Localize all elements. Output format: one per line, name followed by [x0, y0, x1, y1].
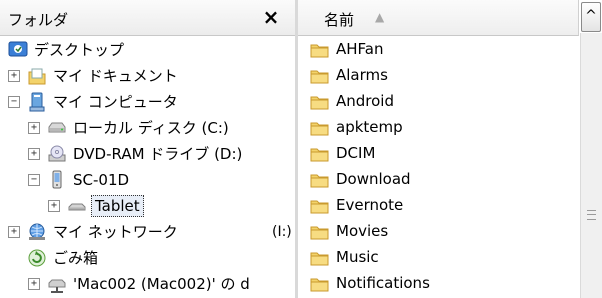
- tree-item-label: マイ ネットワーク: [53, 223, 178, 241]
- tree-item-label: ごみ箱: [53, 249, 99, 267]
- folder-icon: [310, 92, 330, 112]
- expand-toggle[interactable]: +: [8, 226, 20, 238]
- sort-ascending-icon: ▲: [375, 10, 385, 24]
- local-disk-icon: [47, 118, 67, 138]
- file-name: Evernote: [336, 196, 404, 214]
- folder-icon: [310, 118, 330, 138]
- tree-item-label: DVD-RAM ドライブ (D:): [73, 145, 243, 163]
- expand-toggle[interactable]: +: [28, 122, 40, 134]
- folder-icon: [310, 222, 330, 242]
- file-name: DCIM: [336, 144, 376, 162]
- network-icon: [27, 222, 47, 242]
- file-name: Notifications: [336, 274, 430, 292]
- column-header-label: 名前: [324, 11, 355, 29]
- dvd-drive-icon: [47, 144, 67, 164]
- my-documents-icon: [27, 66, 47, 86]
- recycle-bin-icon: [27, 248, 47, 268]
- folder-icon: [310, 274, 330, 294]
- vertical-scrollbar[interactable]: [580, 33, 602, 298]
- desktop-icon: [8, 40, 28, 60]
- folder-icon: [310, 66, 330, 86]
- tree-item-label: SC-01D: [73, 171, 130, 189]
- collapse-toggle[interactable]: −: [28, 174, 40, 186]
- file-name: AHFan: [336, 40, 384, 58]
- folder-icon: [310, 40, 330, 60]
- scroll-up-button[interactable]: ^: [581, 2, 601, 32]
- file-list-pane: 名前 ▲ ^ AHFan Alarms Android apktemp DCIM Down…: [298, 0, 602, 298]
- expand-toggle[interactable]: +: [28, 278, 40, 290]
- file-name: Download: [336, 170, 411, 188]
- expand-toggle[interactable]: +: [48, 200, 60, 212]
- file-name: Android: [336, 92, 394, 110]
- truncated-drive-label: (I:): [272, 224, 292, 240]
- file-name: Music: [336, 248, 379, 266]
- folder-icon: [310, 248, 330, 268]
- my-computer-icon: [27, 92, 47, 112]
- column-header-name[interactable]: 名前 ▲: [298, 0, 579, 36]
- folder-icon: [310, 144, 330, 164]
- tree-item-label: マイ コンピュータ: [53, 93, 178, 111]
- close-icon[interactable]: ×: [259, 5, 283, 29]
- scrollbar-grip-icon[interactable]: [587, 210, 596, 220]
- folder-icon: [310, 170, 330, 190]
- network-drive-icon: [47, 274, 67, 294]
- folder-icon: [310, 196, 330, 216]
- tree-item-label-selected: Tablet: [91, 195, 144, 217]
- device-storage-icon: [67, 196, 87, 216]
- folder-tree-pane: フォルダ × デスクトップ + マイ ドキュメント − マイ コンピュータ + …: [0, 0, 298, 298]
- folder-pane-title: フォルダ: [8, 11, 69, 29]
- folder-pane-header: フォルダ ×: [0, 0, 295, 36]
- file-name: Alarms: [336, 66, 388, 84]
- file-name: Movies: [336, 222, 389, 240]
- explorer-window: フォルダ × デスクトップ + マイ ドキュメント − マイ コンピュータ + …: [0, 0, 602, 298]
- tree-item-label: ローカル ディスク (C:): [73, 119, 229, 137]
- tree-item-label: 'Mac002 (Mac002)' の d: [73, 275, 250, 293]
- portable-device-icon: [47, 170, 67, 190]
- collapse-toggle[interactable]: −: [8, 96, 20, 108]
- tree-item-label: マイ ドキュメント: [53, 67, 178, 85]
- file-name: apktemp: [336, 118, 403, 136]
- expand-toggle[interactable]: +: [28, 148, 40, 160]
- expand-toggle[interactable]: +: [8, 70, 20, 82]
- tree-item-label: デスクトップ: [34, 41, 125, 59]
